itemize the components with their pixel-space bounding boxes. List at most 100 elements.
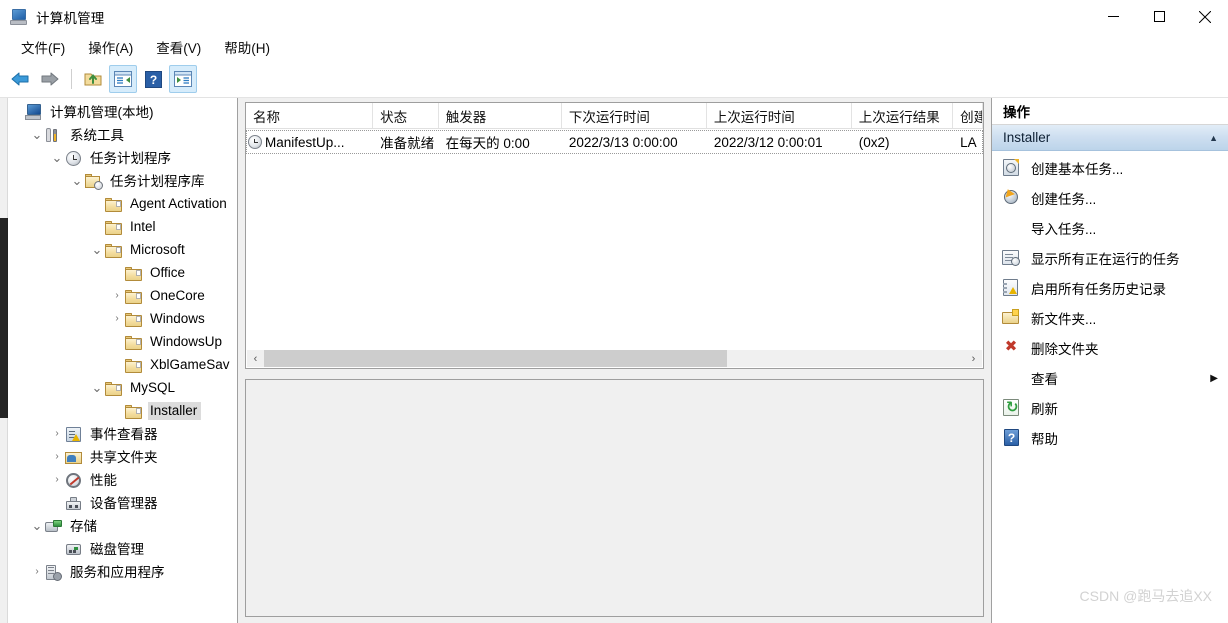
action-new-folder[interactable]: 新文件夹...: [992, 303, 1228, 333]
tree-item-xblgamesav[interactable]: XblGameSav: [9, 353, 237, 376]
console-tree-icon: [114, 71, 132, 87]
tree-item-label: 存储: [70, 519, 97, 534]
table-row[interactable]: ManifestUp... 准备就绪 在每天的 0:00 2022/3/13 0:00…: [246, 130, 983, 154]
help-button[interactable]: ?: [139, 65, 167, 93]
column-header-6[interactable]: 创建: [953, 103, 983, 128]
tree-item-windows[interactable]: › Windows: [9, 307, 237, 330]
scroll-left-button[interactable]: ‹: [247, 350, 264, 367]
actions-group-installer[interactable]: Installer ▲: [992, 125, 1228, 151]
minimize-button[interactable]: [1090, 0, 1136, 33]
action-item-label: 帮助: [1031, 432, 1058, 447]
storage-icon: [45, 517, 63, 535]
up-one-level-button[interactable]: [79, 65, 107, 93]
action-view[interactable]: 查看 ▶: [992, 363, 1228, 393]
back-button[interactable]: [6, 65, 34, 93]
action-help[interactable]: ? 帮助: [992, 423, 1228, 453]
folder-icon: [105, 218, 123, 236]
close-button[interactable]: [1182, 0, 1228, 33]
action-refresh[interactable]: 刷新: [992, 393, 1228, 423]
chevron-right-icon[interactable]: ›: [49, 445, 65, 468]
action-delete-folder[interactable]: ✖ 删除文件夹: [992, 333, 1228, 363]
column-header-2[interactable]: 触发器: [438, 103, 562, 128]
menu-file[interactable]: 文件(F): [12, 34, 74, 60]
tree-item-intel[interactable]: Intel: [9, 215, 237, 238]
tree-item-mysql[interactable]: ⌄ MySQL: [9, 376, 237, 399]
menu-view[interactable]: 查看(V): [147, 34, 210, 60]
tree-item-installer[interactable]: Installer: [9, 399, 237, 422]
list-rows: ManifestUp... 准备就绪 在每天的 0:00 2022/3/13 0:00…: [246, 130, 983, 154]
action-enable-task-history[interactable]: 启用所有任务历史记录: [992, 273, 1228, 303]
forward-button[interactable]: [36, 65, 64, 93]
tree-scroll-thumb[interactable]: [0, 218, 8, 418]
action-import-task[interactable]: 导入任务...: [992, 213, 1228, 243]
action-display-running-tasks[interactable]: 显示所有正在运行的任务: [992, 243, 1228, 273]
task-clock-icon: [248, 135, 262, 149]
tree-item-计算机管理本地[interactable]: 计算机管理(本地): [9, 100, 237, 123]
tree-item-agentactivation[interactable]: Agent Activation: [9, 192, 237, 215]
chevron-down-icon[interactable]: ⌄: [69, 169, 85, 192]
list-horizontal-scrollbar[interactable]: ‹ ›: [247, 350, 982, 367]
show-hide-console-tree-button[interactable]: [109, 65, 137, 93]
tree-item-系统工具[interactable]: ⌄ 系统工具: [9, 123, 237, 146]
action-item-label: 创建任务...: [1031, 192, 1097, 207]
chevron-down-icon[interactable]: ⌄: [29, 123, 45, 146]
action-create-task[interactable]: 创建任务...: [992, 183, 1228, 213]
folder-icon: [125, 287, 143, 305]
tree-item-label: 性能: [90, 473, 117, 488]
show-hide-action-pane-button[interactable]: [169, 65, 197, 93]
basic-icon: [1002, 159, 1022, 177]
column-header-3[interactable]: 下次运行时间: [561, 103, 707, 128]
tree-item-共享文件夹[interactable]: › 共享文件夹: [9, 445, 237, 468]
tree-vertical-scrollbar[interactable]: [0, 98, 8, 623]
menu-help[interactable]: 帮助(H): [215, 34, 279, 60]
tree-item-任务计划程序库[interactable]: ⌄ 任务计划程序库: [9, 169, 237, 192]
chevron-down-icon[interactable]: ⌄: [29, 514, 45, 537]
chevron-down-icon[interactable]: ⌄: [89, 238, 105, 261]
tree-item-性能[interactable]: › 性能: [9, 468, 237, 491]
tree-item-office[interactable]: Office: [9, 261, 237, 284]
chevron-right-icon[interactable]: ›: [109, 307, 125, 330]
action-create-basic-task[interactable]: 创建基本任务...: [992, 153, 1228, 183]
chevron-right-icon[interactable]: ›: [29, 560, 45, 583]
chevron-down-icon[interactable]: ⌄: [49, 146, 65, 169]
tree-item-服务和应用程序[interactable]: › 服务和应用程序: [9, 560, 237, 583]
column-header-5[interactable]: 上次运行结果: [851, 103, 954, 128]
tree-item-label: OneCore: [150, 287, 205, 303]
scroll-thumb[interactable]: [264, 350, 727, 367]
folder-icon: [125, 402, 143, 420]
folder-icon: [125, 333, 143, 351]
scroll-right-button[interactable]: ›: [965, 350, 982, 367]
menu-bar: 文件(F) 操作(A) 查看(V) 帮助(H): [0, 33, 1228, 61]
tree-item-事件查看器[interactable]: › 事件查看器: [9, 422, 237, 445]
chevron-right-icon[interactable]: ›: [49, 422, 65, 445]
svg-text:?: ?: [149, 73, 156, 87]
column-header-1[interactable]: 状态: [373, 103, 439, 128]
chevron-right-icon[interactable]: ›: [49, 468, 65, 491]
column-header-4[interactable]: 上次运行时间: [706, 103, 852, 128]
tree-item-设备管理器[interactable]: 设备管理器: [9, 491, 237, 514]
chevron-up-icon[interactable]: ▲: [1209, 133, 1218, 143]
tree-item-磁盘管理[interactable]: 磁盘管理: [9, 537, 237, 560]
maximize-button[interactable]: [1136, 0, 1182, 33]
tree-item-onecore[interactable]: › OneCore: [9, 284, 237, 307]
tree-item-microsoft[interactable]: ⌄ Microsoft: [9, 238, 237, 261]
window-title: 计算机管理: [36, 10, 105, 26]
list-header-row: 名称状态触发器下次运行时间上次运行时间上次运行结果创建: [246, 103, 983, 129]
scroll-track[interactable]: [264, 350, 965, 367]
tree-item-存储[interactable]: ⌄ 存储: [9, 514, 237, 537]
chevron-down-icon[interactable]: ⌄: [89, 376, 105, 399]
tree-item-windowsup[interactable]: WindowsUp: [9, 330, 237, 353]
cell-created: LA: [960, 134, 977, 150]
chevron-right-icon[interactable]: ›: [109, 284, 125, 307]
menu-action[interactable]: 操作(A): [79, 34, 142, 60]
submenu-arrow-icon: ▶: [1210, 372, 1218, 384]
cell-next_run: 2022/3/13 0:00:00: [568, 134, 678, 150]
column-header-0[interactable]: 名称: [246, 103, 374, 128]
forward-arrow-icon: [41, 72, 59, 86]
tree-item-任务计划程序[interactable]: ⌄ 任务计划程序: [9, 146, 237, 169]
